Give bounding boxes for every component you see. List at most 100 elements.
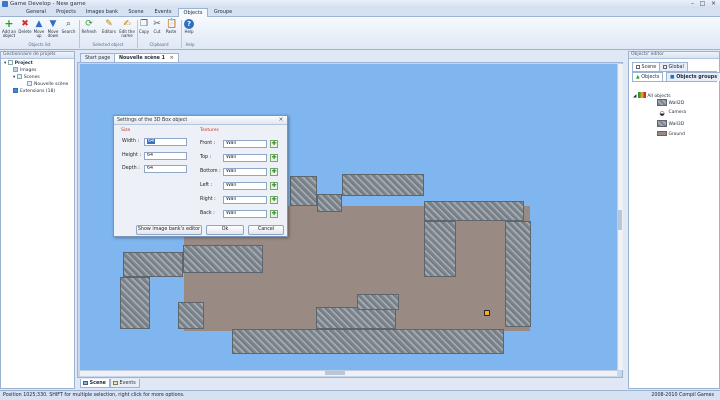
horizontal-scroll-thumb[interactable]: [325, 371, 345, 375]
edit-name-button[interactable]: ✍ Edit the name: [119, 19, 135, 39]
help-button[interactable]: ? Help: [183, 19, 195, 34]
scene-objects-label: Scene: [641, 65, 657, 70]
search-button[interactable]: ⌕ Search: [61, 19, 76, 34]
tree-item-project[interactable]: ▾ Project: [4, 60, 33, 67]
wall3d-object[interactable]: [424, 201, 524, 221]
paste-button[interactable]: 📋 Paste: [164, 19, 178, 34]
arrow-down-icon: ▼: [49, 19, 57, 29]
left-texture-input[interactable]: Wall: [223, 182, 267, 190]
wall3d-object[interactable]: [290, 176, 317, 206]
tab-start-page[interactable]: Start page: [80, 53, 116, 62]
horizontal-scrollbar[interactable]: [80, 370, 617, 376]
depth-input[interactable]: 64: [144, 165, 187, 173]
group-clipboard: Clipboard: [149, 42, 169, 47]
move-down-button[interactable]: ▼ Move down: [46, 19, 60, 39]
top-choose-image-button[interactable]: ✚: [270, 154, 278, 162]
objects-icon: ▲: [636, 75, 640, 80]
tree-item-new-scene[interactable]: Nouvelle scène: [27, 81, 68, 88]
wall3d-object[interactable]: [357, 294, 399, 310]
clipboard-icon: 📋: [166, 19, 178, 29]
tree-item-scenes[interactable]: ▾ Scenes: [13, 74, 40, 81]
object-item-ground[interactable]: Ground: [657, 131, 685, 138]
wall3d-object[interactable]: [505, 221, 531, 327]
wall3d-object[interactable]: [183, 245, 263, 273]
tab-events[interactable]: Events: [150, 8, 176, 17]
tab-projects[interactable]: Projects: [52, 8, 80, 17]
front-texture-input[interactable]: Wall: [223, 140, 267, 148]
all-objects-icon: [637, 92, 646, 98]
tab-object-groups[interactable]: ■ Objects groups: [666, 72, 720, 81]
tab-global-objects[interactable]: Global: [659, 62, 688, 71]
delete-button[interactable]: ✖ Delete: [18, 19, 32, 34]
objects-tab-label: Objects: [641, 75, 660, 80]
project-manager-panel: Gestionnaire de projets ▾ Project Images…: [0, 51, 75, 389]
wall3d-object[interactable]: [316, 307, 396, 329]
tab-scene-objects[interactable]: Scene: [632, 62, 661, 71]
wall3d-object[interactable]: [232, 329, 504, 354]
wall3d-object[interactable]: [424, 221, 456, 277]
move-up-button[interactable]: ▲ Move up: [33, 19, 45, 39]
bottom-texture-input[interactable]: Wall: [223, 168, 267, 176]
height-input[interactable]: 64: [144, 152, 187, 160]
bottom-choose-image-button[interactable]: ✚: [270, 168, 278, 176]
editors-button[interactable]: ✎ Editors: [100, 19, 118, 34]
close-icon[interactable]: ×: [709, 0, 718, 7]
add-object-button[interactable]: + Add an object: [1, 18, 17, 39]
tab-groupe[interactable]: Groupe: [210, 8, 236, 17]
wall3d-object[interactable]: [342, 174, 424, 196]
help-icon: ?: [184, 19, 194, 29]
width-input[interactable]: 64: [144, 138, 187, 146]
copy-label: Copy: [138, 29, 150, 34]
copy-button[interactable]: ❐ Copy: [138, 19, 150, 34]
player-sprite[interactable]: [484, 310, 490, 316]
object-item-wall2d[interactable]: Wall2D: [657, 99, 684, 107]
dialog-close-icon[interactable]: ×: [277, 116, 285, 124]
search-label: Search: [61, 29, 76, 34]
help-label: Help: [184, 29, 194, 34]
minimize-icon[interactable]: –: [688, 0, 697, 7]
collapse-icon: ▾: [13, 75, 16, 80]
tab-images-bank[interactable]: Images bank: [84, 8, 120, 17]
cut-button[interactable]: ✂ Cut: [151, 19, 163, 34]
group-selected-object: Selected object: [92, 42, 124, 47]
front-choose-image-button[interactable]: ✚: [270, 140, 278, 148]
right-choose-image-button[interactable]: ✚: [270, 196, 278, 204]
wall3d-object[interactable]: [317, 194, 342, 212]
tab-scene-editor[interactable]: Nouvelle scène 1 ×: [114, 53, 179, 62]
close-tab-icon[interactable]: ×: [170, 56, 174, 61]
ok-button[interactable]: Ok: [206, 225, 244, 235]
top-texture-input[interactable]: Wall: [223, 154, 267, 162]
wall3d-object[interactable]: [178, 302, 204, 329]
object-item-wall3d[interactable]: Wall3D: [657, 120, 684, 128]
tree-item-extensions[interactable]: Extensions (18): [13, 88, 55, 95]
right-texture-input[interactable]: Wall: [223, 196, 267, 204]
extensions-icon: [13, 88, 18, 93]
vertical-scroll-thumb[interactable]: [618, 210, 622, 230]
tab-objects[interactable]: ▲ Objects: [632, 72, 664, 81]
cancel-button[interactable]: Cancel: [248, 225, 284, 235]
object-item-camera[interactable]: ◒ Camera: [657, 110, 686, 117]
object-editor-panel: Objects' editor Scene Global ▲ Objects ■…: [628, 51, 720, 389]
scenes-icon: [16, 74, 22, 79]
wall3d-object[interactable]: [123, 252, 183, 277]
collapse-icon: ◢: [633, 94, 637, 99]
back-choose-image-button[interactable]: ✚: [270, 210, 278, 218]
back-label: Back :: [200, 211, 215, 216]
tab-scene[interactable]: Scene: [124, 8, 148, 17]
wall3d-object[interactable]: [120, 277, 150, 329]
tab-events-view[interactable]: Events: [110, 379, 140, 388]
ribbon-tabs: General Projects Images bank Scene Event…: [0, 8, 720, 18]
extensions-label: Extensions (18): [20, 89, 56, 94]
refresh-button[interactable]: ⟳ Refresh: [80, 19, 98, 34]
dialog-title-bar: Settings of the 3D Box object ×: [114, 116, 287, 125]
back-texture-input[interactable]: Wall: [223, 210, 267, 218]
rename-icon: ✍: [123, 19, 131, 29]
images-label: Images: [20, 68, 37, 73]
tree-item-images[interactable]: Images: [13, 67, 36, 74]
tab-general[interactable]: General: [22, 8, 50, 17]
show-image-bank-button[interactable]: Show image bank's editor: [136, 225, 202, 235]
tab-scene-view[interactable]: Scene: [80, 379, 110, 388]
left-choose-image-button[interactable]: ✚: [270, 182, 278, 190]
width-label: Width :: [122, 139, 140, 144]
maximize-icon[interactable]: □: [698, 0, 707, 7]
